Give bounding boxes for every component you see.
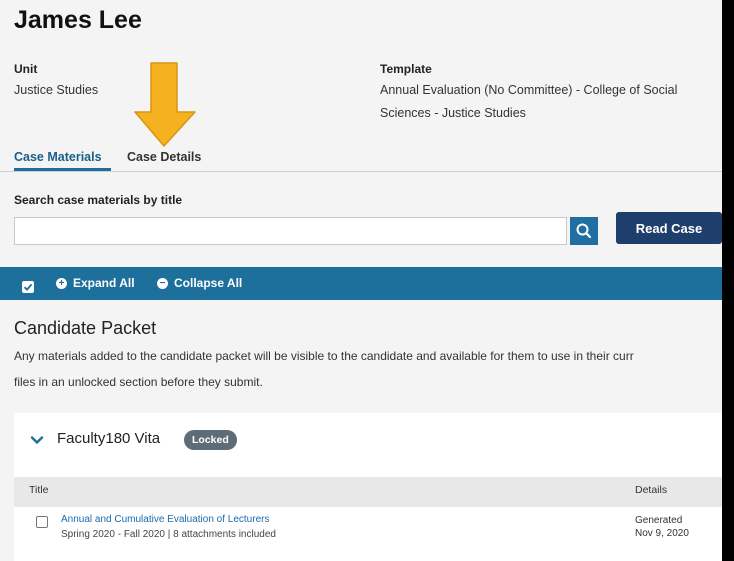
check-icon	[23, 283, 33, 291]
expand-all-button[interactable]: + Expand All	[56, 276, 135, 290]
packet-description: Any materials added to the candidate pac…	[14, 343, 722, 395]
packet-description-line-2: files in an unlocked section before they…	[14, 375, 263, 389]
plus-circle-icon: +	[56, 277, 67, 289]
case-page: James Lee Unit Justice Studies Template …	[0, 0, 722, 561]
unit-label: Unit	[14, 62, 38, 76]
column-header-title: Title	[29, 484, 49, 496]
read-case-button[interactable]: Read Case	[616, 212, 722, 244]
template-value: Annual Evaluation (No Committee) - Colle…	[380, 83, 678, 120]
minus-circle-icon: −	[157, 277, 168, 289]
expand-all-label: Expand All	[73, 276, 135, 290]
details-line-1: Generated	[635, 515, 683, 526]
search-icon	[576, 223, 592, 239]
locked-badge: Locked	[184, 430, 237, 450]
select-all-checkbox[interactable]	[22, 281, 34, 293]
unit-value: Justice Studies	[14, 83, 99, 97]
material-title-link[interactable]: Annual and Cumulative Evaluation of Lect…	[61, 514, 269, 525]
material-details: Generated Nov 9, 2020	[635, 514, 715, 540]
packet-title: Candidate Packet	[14, 318, 157, 338]
chevron-down-icon[interactable]	[30, 433, 44, 447]
section-title[interactable]: Faculty180 Vita	[57, 430, 160, 447]
annotation-arrow-icon	[134, 62, 196, 147]
row-checkbox[interactable]	[36, 516, 48, 528]
search-button[interactable]	[570, 217, 598, 245]
column-header-details: Details	[635, 484, 668, 496]
tab-case-details[interactable]: Case Details	[127, 150, 201, 164]
collapse-all-button[interactable]: − Collapse All	[157, 276, 242, 290]
table-header	[14, 477, 722, 507]
details-line-2: Nov 9, 2020	[635, 528, 689, 539]
candidate-name: James Lee	[14, 6, 142, 34]
template-label: Template	[380, 62, 432, 76]
material-subtitle: Spring 2020 - Fall 2020 | 8 attachments …	[61, 529, 276, 540]
search-input[interactable]	[14, 217, 567, 245]
tab-case-materials[interactable]: Case Materials	[14, 150, 102, 164]
packet-description-line-1: Any materials added to the candidate pac…	[14, 349, 634, 363]
search-label: Search case materials by title	[14, 193, 183, 207]
collapse-all-label: Collapse All	[174, 276, 243, 290]
tab-divider	[0, 171, 722, 172]
